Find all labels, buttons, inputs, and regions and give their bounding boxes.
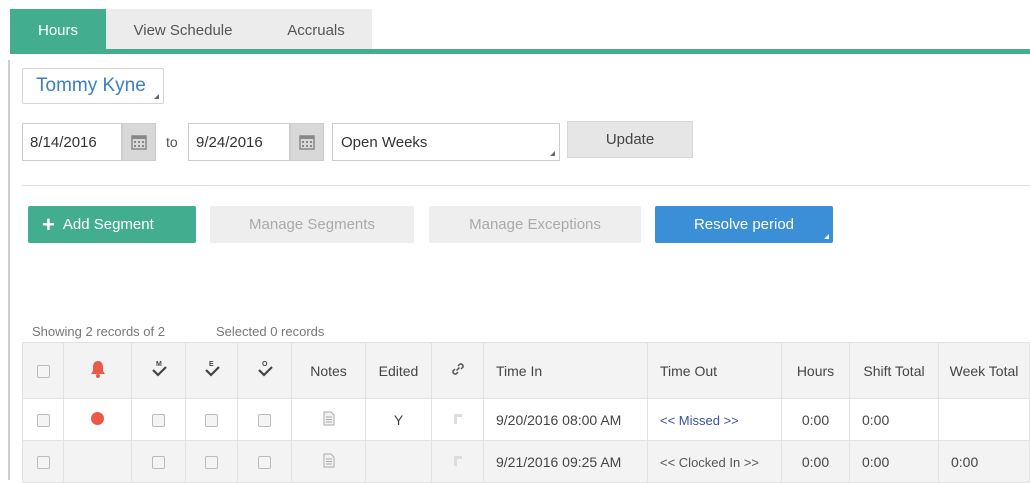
check-m-checkbox[interactable]	[152, 456, 165, 470]
row-select-cell	[22, 398, 64, 441]
time-in-header[interactable]: Time In	[483, 342, 648, 399]
dropdown-corner-icon	[154, 94, 159, 99]
dropdown-corner-icon	[550, 151, 555, 156]
table-row[interactable]: Y 9/20/2016 08:00 AM << Missed >> 0:00 0…	[22, 398, 1030, 441]
tab-view-schedule[interactable]: View Schedule	[106, 9, 260, 51]
end-date-input[interactable]: 9/24/2016	[188, 123, 290, 161]
link-cell	[431, 440, 484, 483]
time-out-missed-link[interactable]: << Missed >>	[660, 413, 739, 428]
period-select[interactable]: Open Weeks	[332, 123, 560, 161]
resolve-period-label: Resolve period	[693, 216, 795, 233]
employee-name: Tommy Kyne	[36, 75, 146, 96]
notes-cell	[291, 398, 366, 441]
week-total-header[interactable]: Week Total	[938, 342, 1030, 399]
period-select-value: Open Weeks	[341, 134, 428, 151]
check-m-cell	[131, 440, 186, 483]
table-row[interactable]: 9/21/2016 09:25 AM << Clocked In >> 0:00…	[22, 440, 1030, 483]
employee-selector[interactable]: Tommy Kyne	[22, 68, 164, 104]
alert-cell	[63, 398, 132, 441]
manage-exceptions-button[interactable]: Manage Exceptions	[429, 206, 641, 243]
check-o-checkbox[interactable]	[258, 414, 271, 428]
time-out-cell: << Clocked In >>	[647, 440, 782, 483]
manage-segments-button[interactable]: Manage Segments	[210, 206, 414, 243]
note-icon[interactable]	[323, 411, 335, 426]
row-checkbox[interactable]	[36, 414, 50, 428]
calendar-icon[interactable]	[122, 123, 156, 161]
edited-cell: Y	[365, 398, 432, 441]
week-total-cell	[938, 398, 1030, 441]
table-header: M E O Notes Edited Time In Time Out Hour…	[22, 342, 1030, 399]
check-o-cell	[237, 398, 292, 441]
hours-cell: 0:00	[781, 398, 850, 441]
alert-cell	[63, 440, 132, 483]
check-m-header: M	[131, 342, 186, 399]
shift-total-cell: 0:00	[849, 398, 939, 441]
bell-icon	[90, 361, 105, 378]
tab-bar: Hours View Schedule Accruals	[0, 0, 1030, 56]
tab-underline	[10, 49, 1030, 54]
check-o-checkbox[interactable]	[258, 456, 271, 470]
alert-header	[63, 342, 132, 399]
calendar-icon[interactable]	[290, 123, 324, 161]
note-icon[interactable]	[323, 453, 335, 468]
tab-accruals[interactable]: Accruals	[260, 9, 372, 51]
check-e-checkbox[interactable]	[205, 456, 218, 470]
check-e-header: E	[185, 342, 238, 399]
hours-header[interactable]: Hours	[781, 342, 850, 399]
check-m-checkbox[interactable]	[152, 414, 165, 428]
tab-hours[interactable]: Hours	[10, 9, 106, 51]
plus-icon: +	[42, 211, 55, 237]
resolve-period-button[interactable]: Resolve period	[655, 206, 833, 243]
link-placeholder-icon[interactable]	[452, 413, 464, 425]
check-o-cell	[237, 440, 292, 483]
time-in-cell: 9/21/2016 09:25 AM	[483, 440, 648, 483]
link-header	[431, 342, 484, 399]
hours-table: M E O Notes Edited Time In Time Out Hour…	[22, 342, 1030, 483]
records-count: Showing 2 records of 2	[32, 324, 165, 339]
row-select-cell	[22, 440, 64, 483]
time-in-cell: 9/20/2016 08:00 AM	[483, 398, 648, 441]
start-date-input[interactable]: 8/14/2016	[22, 123, 122, 161]
update-button[interactable]: Update	[567, 121, 693, 158]
selected-count: Selected 0 records	[216, 324, 325, 339]
check-o-header: O	[237, 342, 292, 399]
add-segment-button[interactable]: + Add Segment	[28, 206, 196, 243]
divider	[22, 185, 1030, 186]
dropdown-corner-icon	[824, 234, 829, 239]
notes-cell	[291, 440, 366, 483]
left-border	[8, 60, 10, 480]
week-total-cell: 0:00	[938, 440, 1030, 483]
time-out-clocked-in: << Clocked In >>	[660, 454, 760, 470]
svg-text:O: O	[262, 361, 268, 368]
link-placeholder-icon[interactable]	[452, 455, 464, 467]
link-icon	[451, 363, 464, 375]
link-cell	[431, 398, 484, 441]
check-e-cell	[185, 398, 238, 441]
edited-cell	[365, 440, 432, 483]
check-m-cell	[131, 398, 186, 441]
alert-dot-icon	[91, 411, 104, 425]
shift-total-header[interactable]: Shift Total	[849, 342, 939, 399]
svg-text:M: M	[156, 361, 162, 368]
to-label: to	[166, 134, 178, 150]
shift-total-cell: 0:00	[849, 440, 939, 483]
check-e-checkbox[interactable]	[205, 414, 218, 428]
notes-header[interactable]: Notes	[291, 342, 366, 399]
select-all-checkbox[interactable]	[36, 365, 50, 379]
svg-text:E: E	[209, 361, 214, 368]
check-e-cell	[185, 440, 238, 483]
check-e-icon: E	[204, 361, 220, 377]
time-out-header[interactable]: Time Out	[647, 342, 782, 399]
check-o-icon: O	[257, 361, 273, 377]
time-out-cell[interactable]: << Missed >>	[647, 398, 782, 441]
check-m-icon: M	[151, 361, 167, 377]
row-checkbox[interactable]	[36, 456, 50, 470]
select-all-cell	[22, 342, 64, 399]
edited-header[interactable]: Edited	[365, 342, 432, 399]
add-segment-label: Add Segment	[62, 216, 154, 233]
hours-cell: 0:00	[781, 440, 850, 483]
